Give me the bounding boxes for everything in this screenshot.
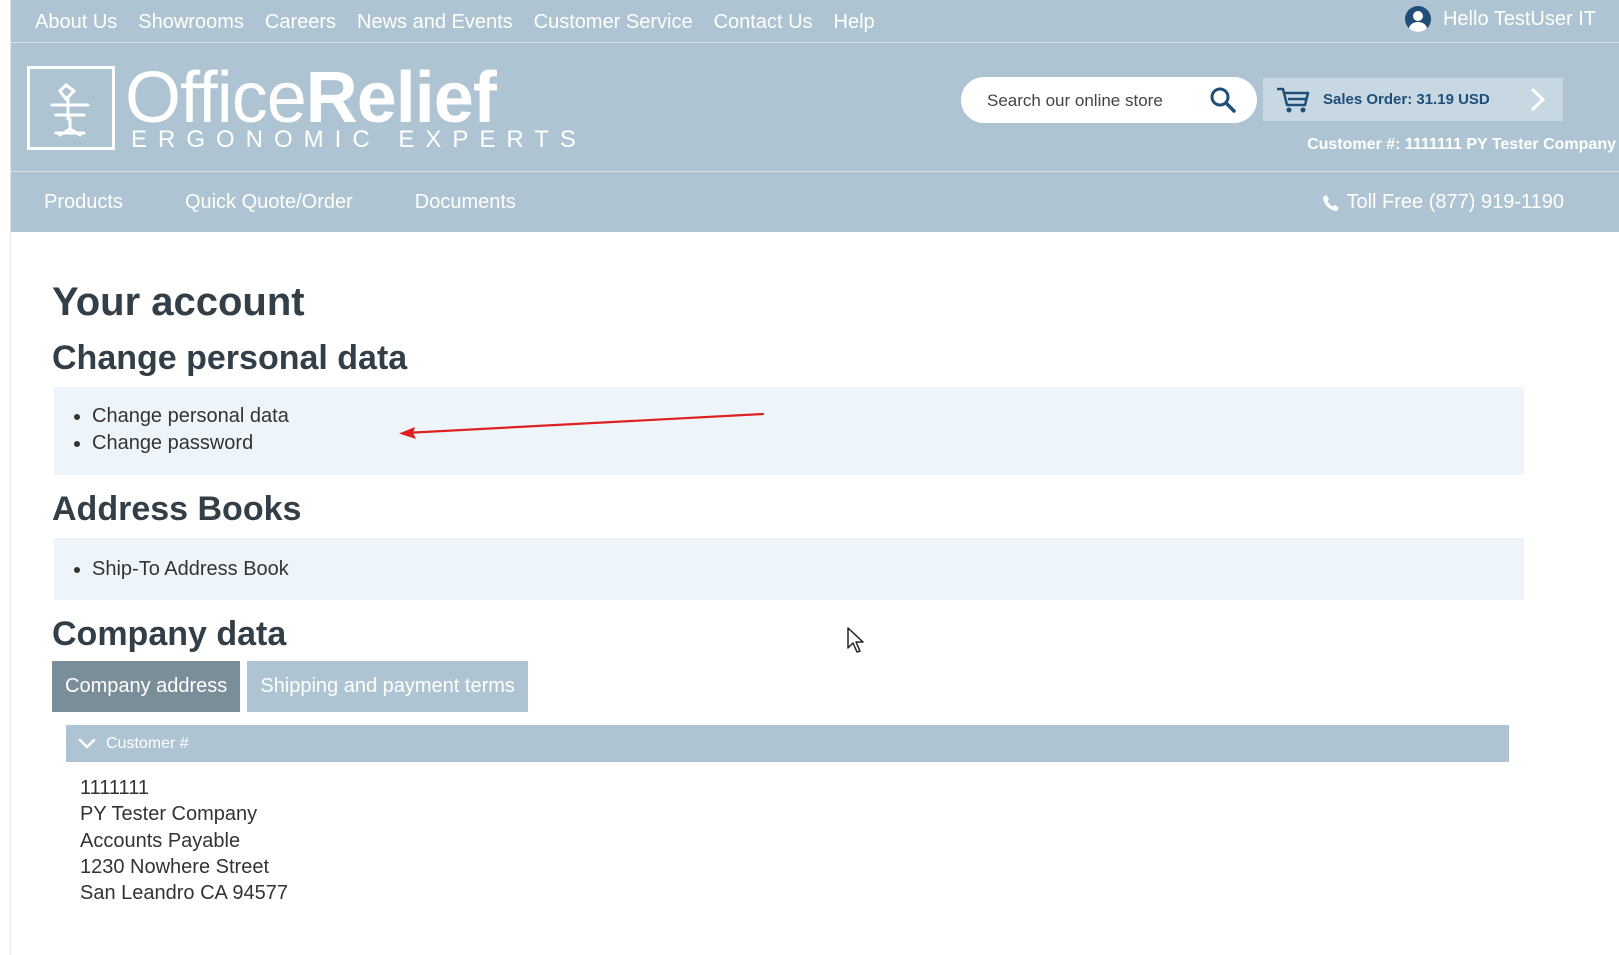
chevron-down-icon — [78, 738, 96, 749]
toll-free-text: Toll Free (877) 919-1190 — [1346, 191, 1564, 213]
company-data-tabs: Company address Shipping and payment ter… — [52, 661, 535, 712]
nav-documents[interactable]: Documents — [415, 191, 516, 214]
personal-data-panel: Change personal data Change password — [54, 387, 1524, 475]
list-item: Change personal data — [92, 403, 1524, 430]
customer-accordion-header[interactable]: Customer # — [66, 725, 1509, 762]
address-customer-number: 1111111 — [80, 777, 149, 799]
address-books-heading: Address Books — [52, 490, 302, 528]
company-data-heading: Company data — [52, 615, 287, 653]
chevron-right-icon — [1531, 88, 1546, 111]
company-address-block: 1111111 PY Tester Company Accounts Payab… — [80, 775, 288, 906]
utility-links: About Us Showrooms Careers News and Even… — [35, 11, 896, 34]
site-header: About Us Showrooms Careers News and Even… — [11, 0, 1619, 232]
search-box — [961, 77, 1257, 123]
logo-tagline: ERGONOMIC EXPERTS — [131, 126, 587, 153]
address-books-list: Ship-To Address Book — [54, 538, 1524, 583]
page-frame: About Us Showrooms Careers News and Even… — [10, 0, 1619, 955]
tab-shipping-payment-terms[interactable]: Shipping and payment terms — [247, 661, 528, 712]
address-street: 1230 Nowhere Street — [80, 855, 270, 878]
cart-icon — [1277, 87, 1310, 112]
tab-company-address[interactable]: Company address — [52, 661, 241, 712]
nav-quick-quote-order[interactable]: Quick Quote/Order — [185, 191, 353, 214]
link-about-us[interactable]: About Us — [35, 11, 117, 34]
annotation-arrow — [399, 412, 765, 439]
chair-logo-icon — [27, 66, 115, 150]
personal-data-list: Change personal data Change password — [54, 387, 1524, 457]
personal-data-heading: Change personal data — [52, 339, 408, 377]
link-help[interactable]: Help — [834, 11, 875, 34]
list-item: Change password — [92, 430, 1524, 457]
mouse-cursor — [847, 627, 864, 653]
address-department: Accounts Payable — [80, 829, 241, 852]
list-item: Ship-To Address Book — [92, 556, 1524, 583]
change-password-link[interactable]: Change password — [92, 432, 253, 454]
top-utility-bar: About Us Showrooms Careers News and Even… — [11, 0, 1619, 43]
toll-free-phone[interactable]: Toll Free (877) 919-1190 — [1322, 191, 1564, 214]
nav-products[interactable]: Products — [44, 191, 123, 214]
link-careers[interactable]: Careers — [265, 11, 336, 34]
address-books-panel: Ship-To Address Book — [54, 538, 1524, 600]
link-contact-us[interactable]: Contact Us — [714, 11, 813, 34]
ship-to-address-book-link[interactable]: Ship-To Address Book — [92, 558, 289, 580]
customer-number-line: Customer #: 1111111 PY Tester Company — [1307, 136, 1616, 153]
nav-links: Products Quick Quote/Order Documents — [44, 191, 578, 214]
main-nav: Products Quick Quote/Order Documents Tol… — [11, 171, 1619, 233]
change-personal-data-link[interactable]: Change personal data — [92, 405, 289, 427]
user-greeting[interactable]: Hello TestUser IT — [1404, 6, 1596, 32]
link-customer-service[interactable]: Customer Service — [534, 11, 693, 34]
accordion-title: Customer # — [106, 734, 189, 752]
greeting-text: Hello TestUser IT — [1442, 7, 1596, 30]
site-logo[interactable]: OfficeRelief ERGONOMIC EXPERTS — [27, 58, 576, 156]
sales-order-label: Sales Order: 31.19 USD — [1323, 91, 1490, 108]
page-title: Your account — [52, 280, 305, 324]
user-icon — [1404, 6, 1431, 32]
search-input[interactable] — [985, 87, 1199, 115]
address-company-name: PY Tester Company — [80, 803, 258, 826]
search-icon[interactable] — [1209, 86, 1237, 114]
link-showrooms[interactable]: Showrooms — [138, 11, 244, 34]
phone-icon — [1323, 194, 1340, 211]
sales-order-cart-button[interactable]: Sales Order: 31.19 USD — [1263, 78, 1563, 121]
address-city-state-zip: San Leandro CA 94577 — [80, 882, 288, 905]
link-news-events[interactable]: News and Events — [357, 11, 513, 34]
